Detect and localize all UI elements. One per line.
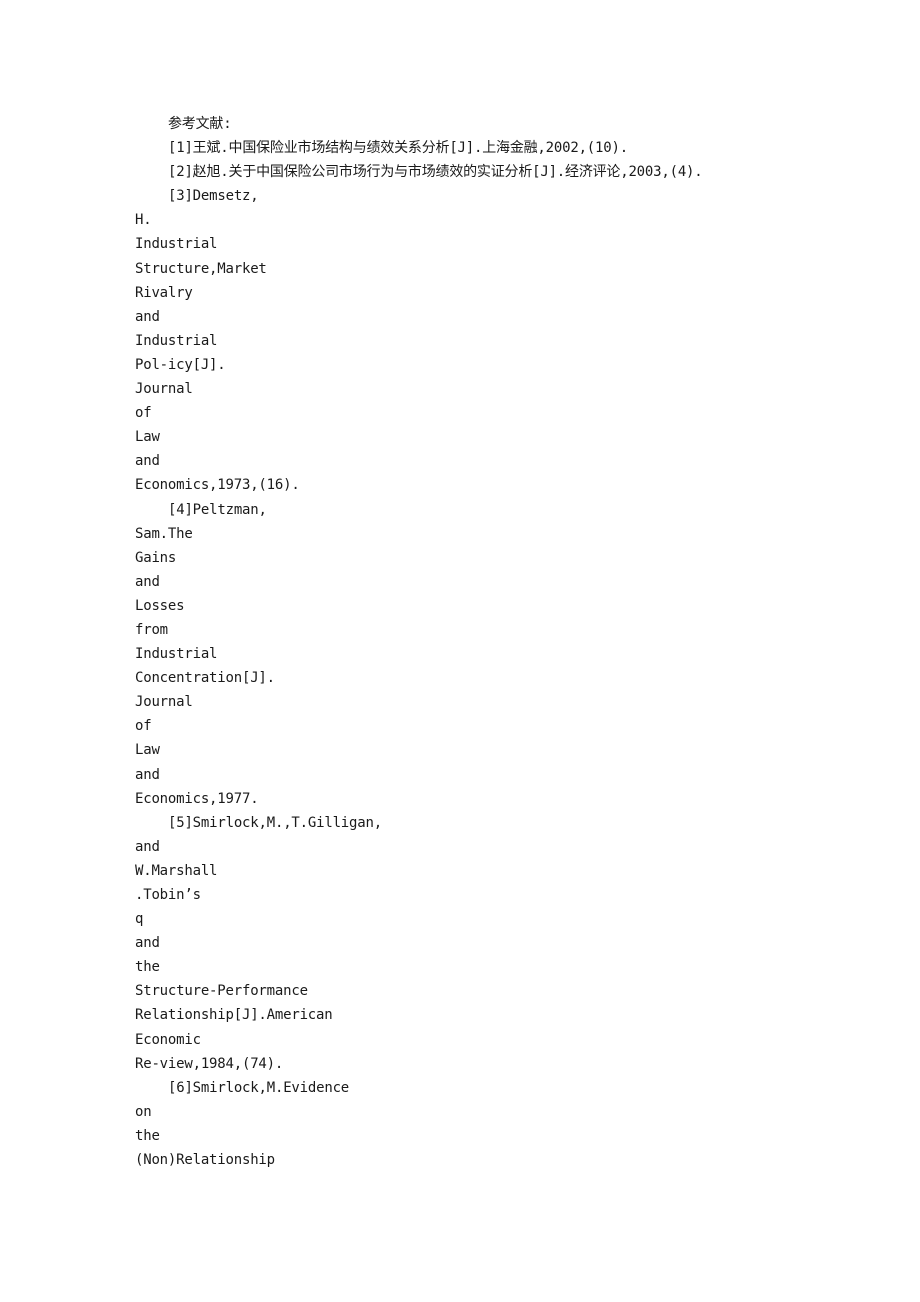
reference-continuation-line: the	[135, 959, 160, 976]
reference-continuation-line: and	[135, 935, 160, 952]
reference-item: [3]Demsetz, H. Industrial Structure,Market R…	[135, 184, 835, 497]
reference-first-line: [1]王斌.中国保险业市场结构与绩效关系分析[J].上海金融,2002,(10)…	[168, 140, 628, 157]
reference-continuation-line: Sam.The	[135, 525, 193, 542]
reference-continuation-line: Relationship[J].American	[135, 1007, 333, 1024]
reference-first-line: [4]Peltzman,	[168, 501, 267, 518]
reference-continuation-line: Losses	[135, 597, 185, 614]
reference-first-line: [6]Smirlock,M.Evidence	[168, 1079, 350, 1096]
reference-continuation-line: H.	[135, 212, 152, 229]
reference-continuation-line: on	[135, 1103, 152, 1120]
reference-continuation-line: of	[135, 405, 152, 422]
reference-item: [1]王斌.中国保险业市场结构与绩效关系分析[J].上海金融,2002,(10)…	[135, 136, 835, 160]
reference-continuation-line: Law	[135, 742, 160, 759]
reference-continuation-line: q	[135, 911, 144, 928]
reference-continuation-line: and	[135, 573, 160, 590]
reference-item: [4]Peltzman, Sam.The Gains and Losses from Ind…	[135, 498, 835, 811]
reference-first-line: [2]赵旭.关于中国保险公司市场行为与市场绩效的实证分析[J].经济评论,200…	[168, 164, 703, 181]
reference-continuation-line: Industrial	[135, 332, 218, 349]
reference-continuation-line: (Non)Relationship	[135, 1152, 275, 1169]
reference-continuation-line: Structure-Performance	[135, 983, 308, 1000]
reference-continuation-line: Pol-icy[J].	[135, 356, 226, 373]
reference-continuation-line: Economics,1973,(16).	[135, 477, 300, 494]
reference-first-line: [3]Demsetz,	[168, 188, 259, 205]
reference-item: [2]赵旭.关于中国保险公司市场行为与市场绩效的实证分析[J].经济评论,200…	[135, 160, 835, 184]
references-heading: 参考文献:	[168, 116, 232, 132]
reference-item: [5]Smirlock,M.,T.Gilligan, and W.Marshall.…	[135, 811, 835, 1076]
reference-continuation-line: of	[135, 718, 152, 735]
reference-continuation-line: Industrial	[135, 646, 218, 663]
reference-continuation-line: Rivalry	[135, 284, 193, 301]
reference-continuation-line: Gains	[135, 549, 177, 566]
reference-first-line: [5]Smirlock,M.,T.Gilligan,	[168, 814, 382, 831]
reference-continuation-line: Economic	[135, 1031, 201, 1048]
reference-continuation-line: from	[135, 621, 168, 638]
reference-continuation-line: and	[135, 453, 160, 470]
reference-continuation-line: and	[135, 766, 160, 783]
reference-continuation-line: Structure,Market	[135, 260, 267, 277]
reference-continuation-line: Economics,1977.	[135, 790, 259, 807]
reference-continuation-line: the	[135, 1127, 160, 1144]
reference-continuation-line: Re-view,1984,(74).	[135, 1055, 284, 1072]
reference-continuation-line: .Tobin’s	[135, 887, 201, 903]
reference-item: [6]Smirlock,M.Evidence on the (Non)Relation…	[135, 1076, 835, 1172]
reference-continuation-line: and	[135, 308, 160, 325]
reference-continuation-line: W.Marshall	[135, 862, 218, 879]
reference-continuation-line: Concentration[J].	[135, 670, 275, 687]
reference-continuation-line: Industrial	[135, 236, 218, 253]
reference-list: [1]王斌.中国保险业市场结构与绩效关系分析[J].上海金融,2002,(10)…	[135, 136, 835, 1172]
reference-continuation-line: and	[135, 838, 160, 855]
reference-continuation-line: Journal	[135, 694, 193, 711]
reference-continuation-line: Journal	[135, 381, 193, 398]
document-page: 参考文献: [1]王斌.中国保险业市场结构与绩效关系分析[J].上海金融,200…	[135, 112, 835, 1172]
reference-continuation-line: Law	[135, 429, 160, 446]
